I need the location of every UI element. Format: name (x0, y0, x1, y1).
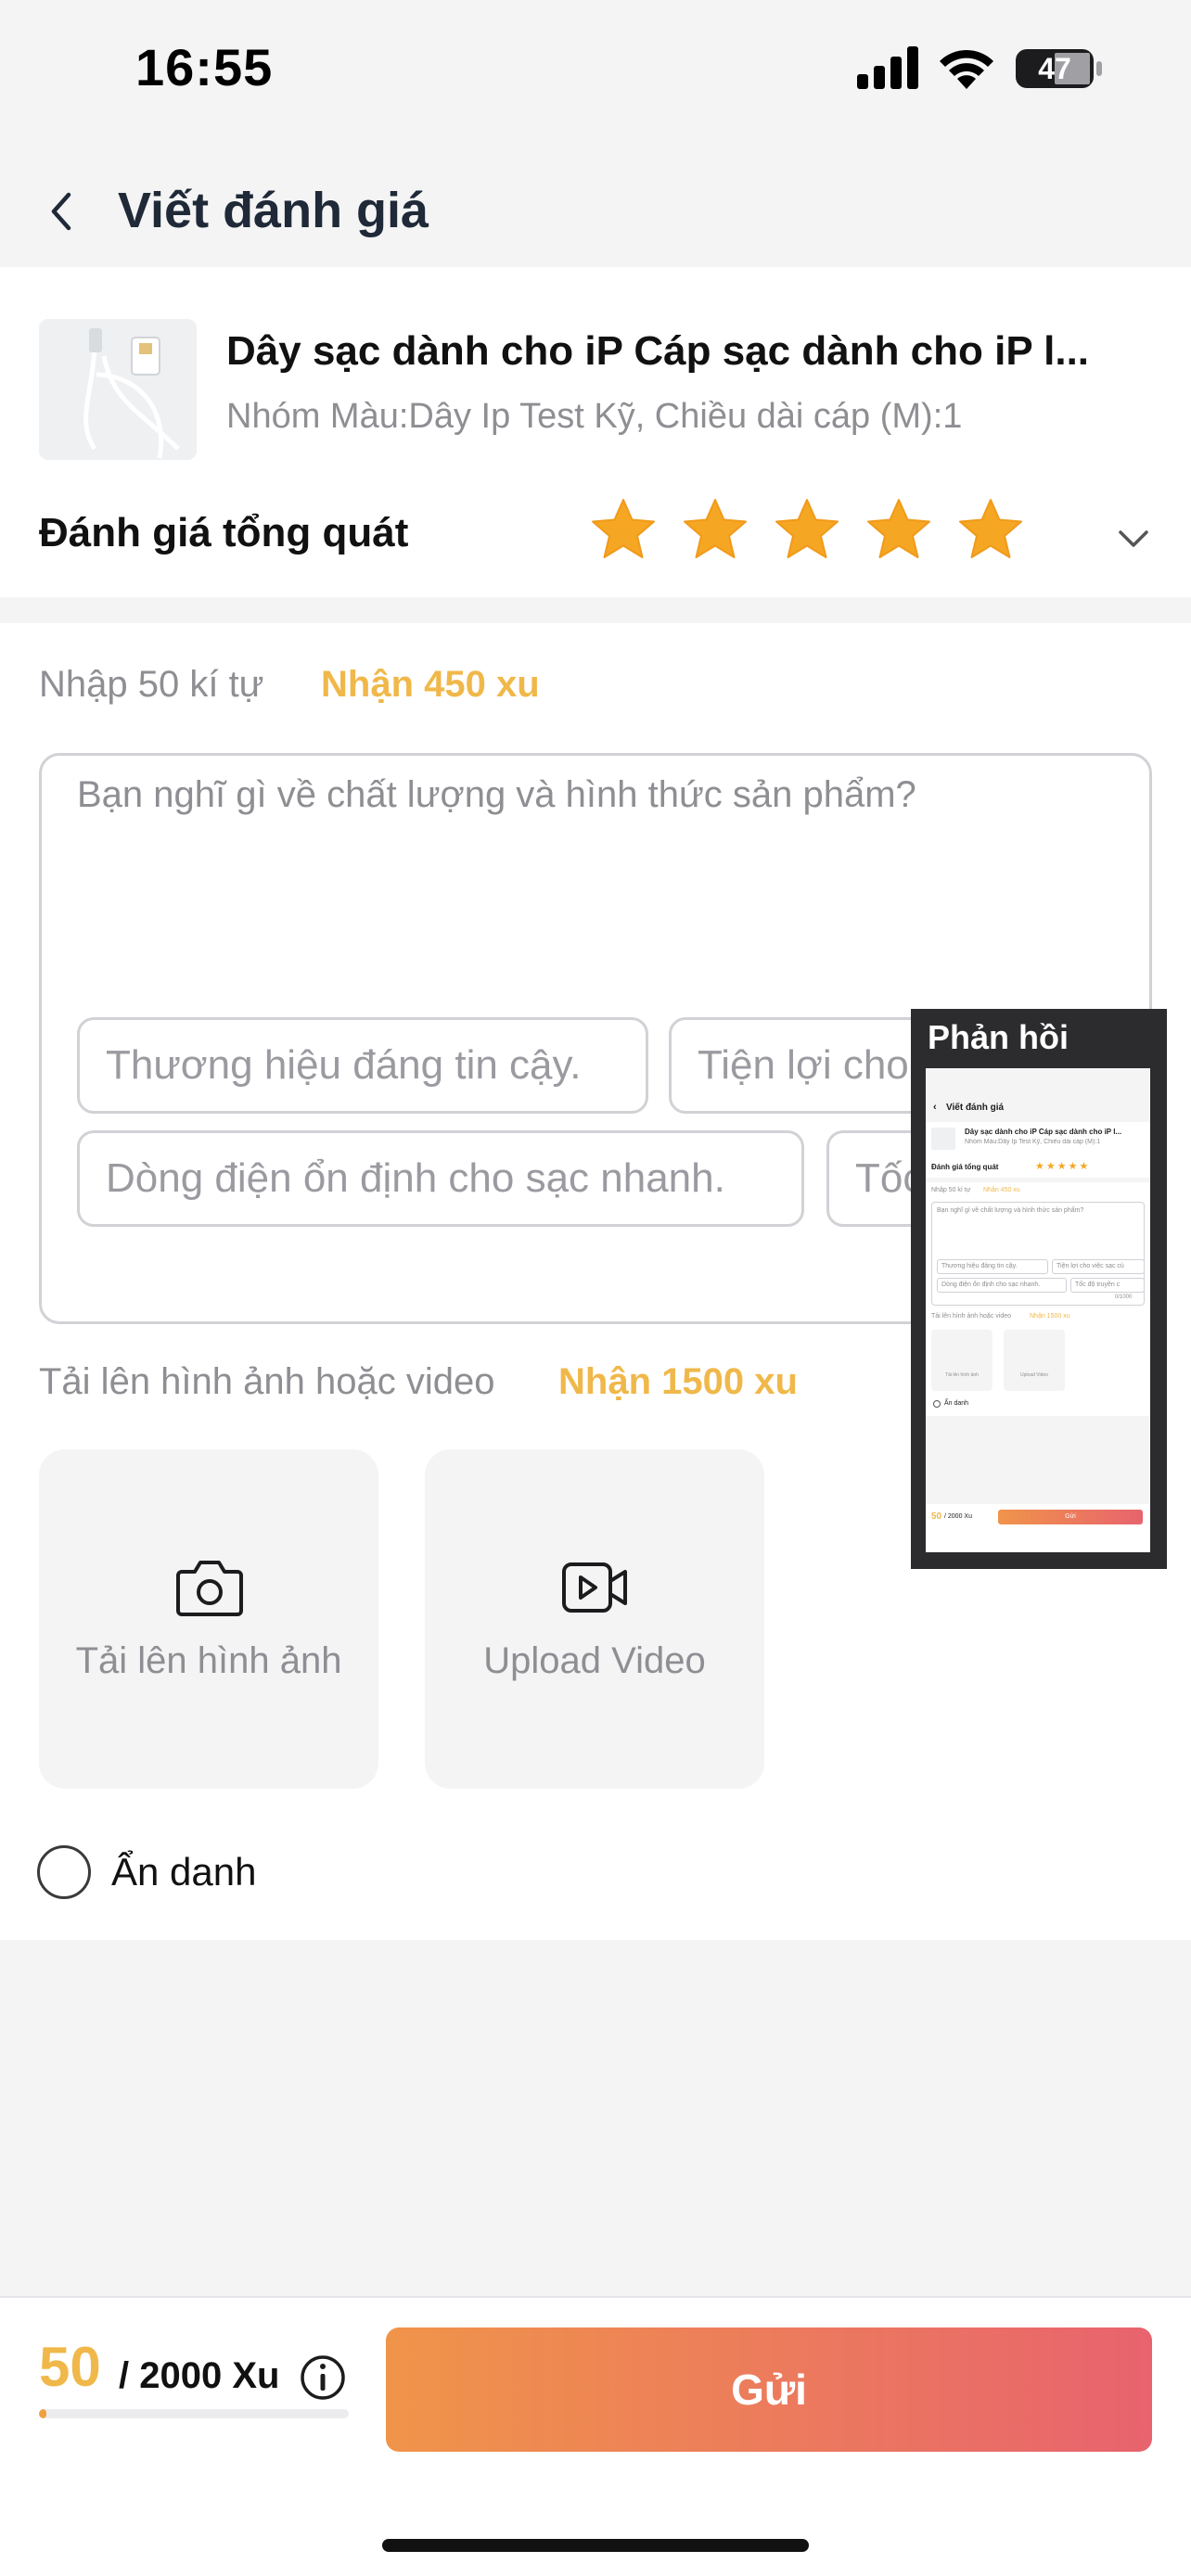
upload-video-button[interactable]: Upload Video (425, 1449, 764, 1789)
min-chars-label: Nhập 50 kí tự (39, 664, 264, 705)
upload-video-label: Upload Video (483, 1640, 706, 1681)
camera-icon (176, 1561, 243, 1616)
preview-xu-current: 50 (931, 1511, 942, 1522)
feedback-title[interactable]: Phản hồi (928, 1018, 1069, 1057)
wifi-icon (940, 49, 993, 89)
page-title: Viết đánh giá (118, 183, 429, 238)
upload-reward-label: Nhận 1500 xu (558, 1361, 798, 1402)
xu-progress-fill (39, 2409, 47, 2418)
preview-xu-total: / 2000 Xu (944, 1513, 972, 1520)
preview-chip: Tốc độ truyền c (1070, 1278, 1145, 1293)
chevron-down-icon[interactable] (1115, 525, 1152, 553)
overall-rating-label: Đánh giá tổng quát (39, 510, 409, 555)
upload-image-label: Tải lên hình ảnh (75, 1640, 342, 1681)
xu-total: / 2000 Xu (119, 2355, 280, 2396)
video-camera-icon (562, 1562, 627, 1613)
xu-progress-bar (39, 2409, 349, 2418)
star-icon[interactable] (865, 497, 932, 564)
star-icon[interactable] (957, 497, 1024, 564)
suggestion-chip[interactable]: Thương hiệu đáng tin cậy. (77, 1017, 648, 1114)
preview-chip: Thương hiệu đáng tin cậy. (937, 1259, 1048, 1274)
feedback-screenshot-preview[interactable]: ‹ Viết đánh giá Dây sạc dành cho iP Cáp … (926, 1068, 1150, 1552)
anonymous-label: Ẩn danh (111, 1850, 257, 1894)
product-image (39, 319, 197, 460)
product-variant: Nhóm Màu:Dây Ip Test Kỹ, Chiều dài cáp (… (226, 397, 963, 436)
status-time: 16:55 (135, 38, 274, 96)
preview-stars: ★★★★★ (1035, 1161, 1091, 1172)
preview-product-name: Dây sạc dành cho iP Cáp sạc dành cho iP … (965, 1128, 1122, 1136)
star-icon[interactable] (590, 497, 657, 564)
preview-chip: Tiện lợi cho việc sạc củ (1052, 1259, 1145, 1274)
star-icon[interactable] (774, 497, 840, 564)
preview-anon: Ẩn danh (944, 1400, 969, 1407)
preview-upload-reward: Nhận 1500 xu (1030, 1313, 1070, 1320)
xu-current: 50 (39, 2336, 101, 2398)
suggestion-chip[interactable]: Dòng điện ổn định cho sạc nhanh. (77, 1130, 804, 1227)
upload-label: Tải lên hình ảnh hoặc video (39, 1361, 495, 1402)
product-name: Dây sạc dành cho iP Cáp sạc dành cho iP … (226, 328, 1090, 374)
battery-level: 47 (1038, 52, 1071, 85)
star-rating[interactable] (590, 497, 1024, 571)
preview-chars-label: Nhập 50 kí tự (931, 1187, 971, 1193)
preview-back-chevron-icon: ‹ (933, 1102, 937, 1113)
review-placeholder: Bạn nghĩ gì về chất lượng và hình thức s… (77, 774, 916, 815)
upload-image-button[interactable]: Tải lên hình ảnh (39, 1449, 378, 1789)
chars-reward-label: Nhận 450 xu (321, 664, 540, 705)
preview-placeholder: Bạn nghĩ gì về chất lượng và hình thức s… (937, 1207, 1084, 1214)
submit-button[interactable]: Gửi (386, 2327, 1152, 2452)
star-icon[interactable] (682, 497, 749, 564)
preview-title: Viết đánh giá (946, 1103, 1005, 1113)
preview-overall-label: Đánh giá tổng quát (931, 1163, 999, 1171)
cellular-signal-icon (857, 46, 918, 89)
preview-counter: 0/1000 (1115, 1294, 1133, 1300)
preview-upload-label: Tải lên hình ảnh hoặc video (931, 1313, 1012, 1320)
anonymous-checkbox[interactable] (37, 1845, 91, 1899)
back-chevron-icon[interactable] (45, 185, 78, 237)
preview-chip: Dòng điện ổn định cho sạc nhanh. (937, 1278, 1067, 1293)
preview-chars-reward: Nhận 450 xu (983, 1187, 1020, 1193)
battery-icon: 47 (1015, 48, 1104, 89)
preview-upload-video: Upload Video (1020, 1372, 1048, 1378)
preview-upload-image: Tải lên hình ảnh (945, 1372, 979, 1378)
info-icon[interactable] (299, 2353, 347, 2402)
preview-product-variant: Nhóm Màu:Dây Ip Test Kỹ, Chiều dài cáp (… (965, 1139, 1101, 1145)
home-indicator (382, 2539, 809, 2552)
preview-submit: Gửi (998, 1510, 1143, 1524)
